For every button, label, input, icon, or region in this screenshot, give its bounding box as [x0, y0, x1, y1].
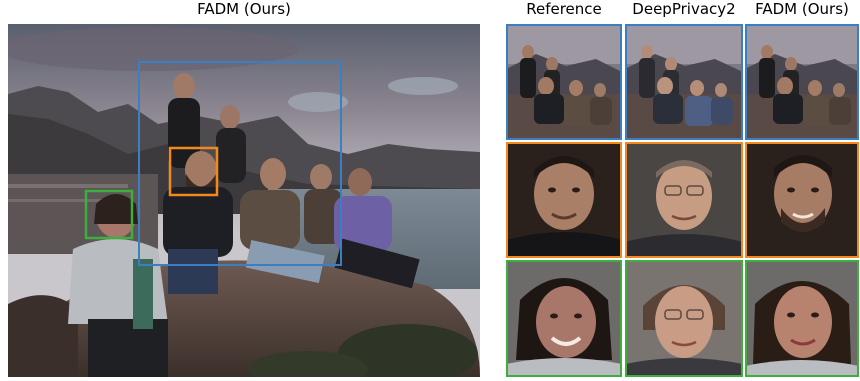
column-title-reference: Reference	[526, 0, 602, 18]
fadm-left-face-crop	[745, 260, 859, 377]
reference-center-face-crop	[506, 142, 622, 258]
deepprivacy2-center-face-crop	[625, 142, 743, 258]
fadm-group-crop	[745, 24, 859, 140]
deepprivacy2-left-face-crop	[625, 260, 743, 377]
fadm-center-face-crop	[745, 142, 859, 258]
deepprivacy2-group-crop	[625, 24, 743, 140]
main-photo	[8, 24, 480, 377]
main-image-title: FADM (Ours)	[197, 0, 291, 18]
column-title-deepprivacy2: DeepPrivacy2	[632, 0, 736, 18]
reference-group-crop	[506, 24, 622, 140]
main-photo-scene	[8, 24, 480, 377]
column-title-fadm: FADM (Ours)	[755, 0, 849, 18]
reference-left-face-crop	[506, 260, 622, 377]
